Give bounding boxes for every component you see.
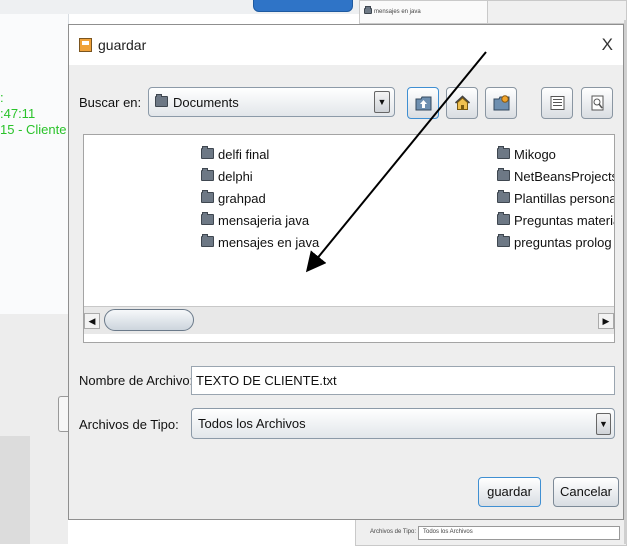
- filename-label: Nombre de Archivo:: [79, 373, 194, 388]
- filetype-value: Todos los Archivos: [198, 416, 306, 431]
- folder-icon: [497, 168, 510, 181]
- background-mini-filetype: Archivos de Tipo: Todos los Archivos: [355, 517, 627, 546]
- file-name: mensajeria java: [218, 213, 310, 228]
- close-button[interactable]: X: [602, 35, 613, 55]
- background-filetype-field: Todos los Archivos: [418, 526, 620, 540]
- lookin-value: Documents: [173, 95, 239, 110]
- details-view-button[interactable]: [581, 87, 613, 119]
- chevron-down-icon[interactable]: ▼: [374, 91, 390, 113]
- chat-line: :: [0, 90, 4, 105]
- file-name: grahpad: [218, 191, 266, 206]
- folder-icon: [497, 234, 510, 247]
- new-folder-button[interactable]: [485, 87, 517, 119]
- list-view-button[interactable]: [541, 87, 573, 119]
- cancel-button[interactable]: Cancelar: [553, 477, 619, 507]
- home-button[interactable]: [446, 87, 478, 119]
- folder-icon: [364, 6, 372, 14]
- scroll-thumb[interactable]: [104, 309, 194, 331]
- folder-icon: [201, 190, 214, 203]
- scroll-right-icon[interactable]: ▶: [598, 313, 614, 329]
- file-name: mensajes en java: [218, 235, 320, 250]
- folder-icon: [201, 146, 214, 159]
- details-view-icon: [591, 95, 604, 111]
- background-mini-dialog: mensajes en java: [359, 0, 489, 24]
- up-folder-icon: [415, 96, 432, 111]
- file-name: NetBeansProjects: [514, 169, 615, 184]
- chat-line: :47:11: [0, 106, 36, 121]
- folder-icon: [155, 94, 168, 107]
- file-name: Preguntas materia F: [514, 213, 614, 228]
- filename-input[interactable]: [191, 366, 615, 395]
- scroll-left-icon[interactable]: ◀: [84, 313, 100, 329]
- background-filetype-label: Archivos de Tipo:: [370, 529, 417, 535]
- file-name: Plantillas personaliz: [514, 191, 614, 206]
- up-one-level-button[interactable]: [407, 87, 439, 119]
- java-app-icon: [79, 38, 92, 52]
- filetype-combobox[interactable]: Todos los Archivos: [191, 408, 615, 439]
- background-blue-button: [253, 0, 353, 12]
- folder-icon: [201, 234, 214, 247]
- file-name: Mikogo: [514, 147, 556, 162]
- new-folder-icon: [493, 95, 510, 111]
- lookin-combobox[interactable]: Documents: [148, 87, 395, 117]
- file-name: delfi final: [218, 147, 270, 162]
- chat-line: 15 - Cliente :: [0, 122, 74, 137]
- file-name: preguntas prolog: [514, 235, 612, 250]
- chevron-down-icon[interactable]: ▼: [596, 413, 611, 435]
- home-icon: [454, 95, 471, 110]
- title-bar[interactable]: guardar X: [69, 25, 623, 65]
- folder-icon: [497, 190, 510, 203]
- horizontal-scrollbar[interactable]: ◀ ▶: [84, 306, 614, 334]
- folder-icon: [201, 168, 214, 181]
- lookin-label: Buscar en:: [79, 95, 142, 110]
- folder-icon: [497, 212, 510, 225]
- background-strip: [0, 436, 30, 544]
- list-view-icon: [550, 96, 565, 110]
- background-mini-panel: [487, 0, 627, 24]
- file-name: delphi: [218, 169, 253, 184]
- save-dialog: guardar X Buscar en: Documents ▼ delfi f…: [68, 24, 624, 520]
- filetype-label: Archivos de Tipo:: [79, 417, 179, 432]
- dialog-title: guardar: [98, 37, 147, 53]
- background-filetype-value: Todos los Archivos: [423, 529, 473, 535]
- folder-icon: [201, 212, 214, 225]
- background-chat-panel: : :47:11 15 - Cliente :: [0, 14, 74, 314]
- folder-icon: [497, 146, 510, 159]
- save-button[interactable]: guardar: [478, 477, 541, 507]
- background-mini-label: mensajes en java: [374, 9, 421, 15]
